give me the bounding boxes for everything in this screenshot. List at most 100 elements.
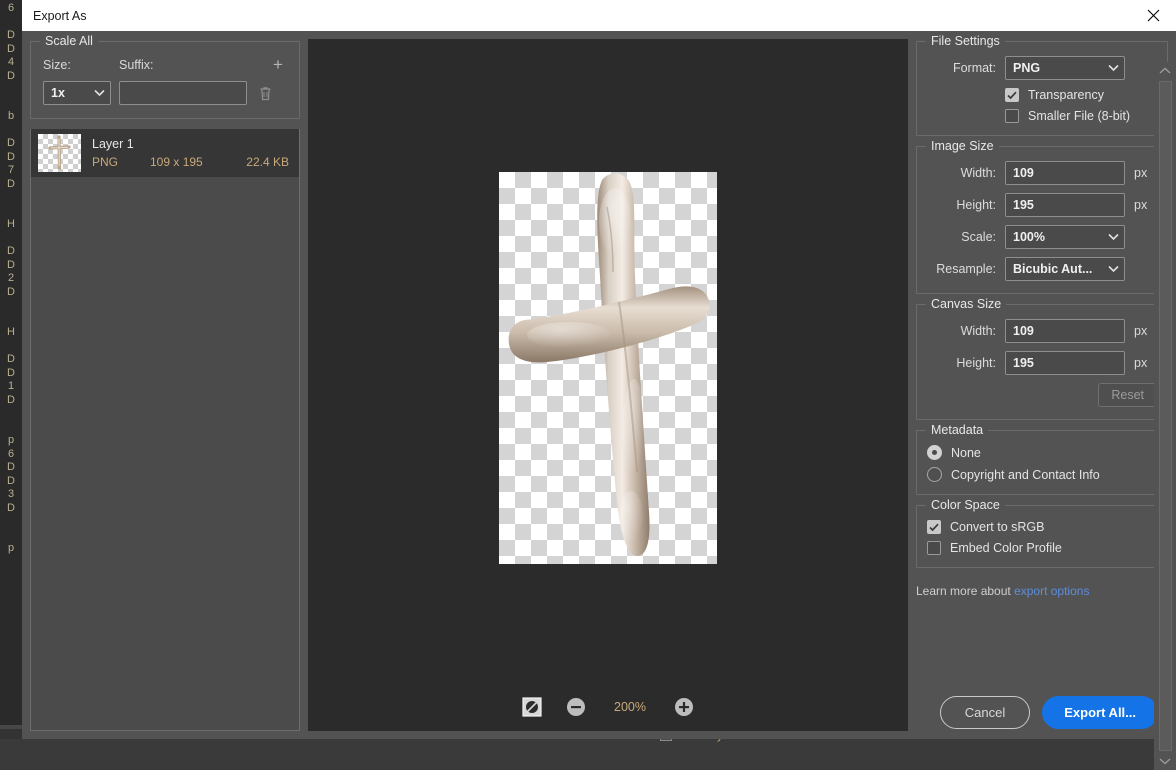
settings-scrollbar[interactable] xyxy=(1154,62,1176,770)
canvas-height-row: Height: px xyxy=(927,351,1157,375)
background-edge-char: D xyxy=(7,245,15,259)
close-icon[interactable] xyxy=(1130,0,1176,31)
zoom-controls: 200% xyxy=(308,697,908,717)
convert-srgb-checkbox[interactable] xyxy=(927,520,941,534)
background-edge-char: D xyxy=(7,151,15,165)
background-edge-char: 1 xyxy=(8,380,14,394)
scroll-down-icon[interactable] xyxy=(1159,752,1171,770)
cancel-button[interactable]: Cancel xyxy=(940,696,1030,729)
smaller-file-label: Smaller File (8-bit) xyxy=(1028,109,1130,123)
background-edge-char: b xyxy=(8,110,14,124)
plus-circle-icon[interactable] xyxy=(674,697,694,717)
embed-profile-row: Embed Color Profile xyxy=(927,541,1157,555)
metadata-none-row: None xyxy=(927,445,1157,460)
background-edge-char: p xyxy=(8,434,14,448)
file-settings-legend: File Settings xyxy=(926,34,1005,48)
canvas-height-input[interactable] xyxy=(1005,351,1125,375)
scale-all-group: Scale All Size: Suffix: + 1x xyxy=(30,41,300,119)
reset-button[interactable]: Reset xyxy=(1098,383,1157,407)
resample-select-value: Bicubic Aut... xyxy=(1013,262,1092,276)
size-select[interactable]: 1x xyxy=(43,81,111,105)
background-edge-char: H xyxy=(7,326,15,340)
background-edge-char: D xyxy=(7,475,15,489)
format-label: Format: xyxy=(927,61,1005,75)
background-edge-char: D xyxy=(7,137,15,151)
transparency-checkbox[interactable] xyxy=(1005,88,1019,102)
format-row: Format: PNG xyxy=(927,56,1157,80)
format-select[interactable]: PNG xyxy=(1005,56,1125,80)
scroll-up-icon[interactable] xyxy=(1159,62,1171,80)
scale-select[interactable]: 100% xyxy=(1005,225,1125,249)
canvas-width-row: Width: px xyxy=(927,319,1157,343)
background-edge-char: D xyxy=(7,178,15,192)
background-edge-char: p xyxy=(8,542,14,556)
plus-icon[interactable]: + xyxy=(269,58,287,72)
metadata-copyright-radio[interactable] xyxy=(927,467,942,482)
canvas-width-input[interactable] xyxy=(1005,319,1125,343)
scrollbar-thumb[interactable] xyxy=(1159,81,1172,751)
canvas-size-legend: Canvas Size xyxy=(926,297,1006,311)
scale-all-legend: Scale All xyxy=(40,34,98,48)
dialog-body: Scale All Size: Suffix: + 1x xyxy=(22,31,1176,739)
image-height-row: Height: px xyxy=(927,193,1157,217)
convert-srgb-row: Convert to sRGB xyxy=(927,520,1157,534)
layer-thumbnail xyxy=(38,134,81,172)
background-edge-char: D xyxy=(7,394,15,408)
export-all-button[interactable]: Export All... xyxy=(1042,696,1158,729)
background-edge-char: 6 xyxy=(8,2,14,16)
scale-all-labels-row: Size: Suffix: + xyxy=(43,58,287,72)
layer-meta: Layer 1 PNG 109 x 195 22.4 KB xyxy=(92,137,289,169)
image-width-input[interactable] xyxy=(1005,161,1125,185)
image-width-label: Width: xyxy=(927,166,1005,180)
smaller-file-checkbox[interactable] xyxy=(1005,109,1019,123)
resample-select[interactable]: Bicubic Aut... xyxy=(1005,257,1125,281)
minus-circle-icon[interactable] xyxy=(566,697,586,717)
background-edge-char: 7 xyxy=(8,164,14,178)
layer-format: PNG xyxy=(92,155,150,169)
canvas-height-label: Height: xyxy=(927,356,1005,370)
preview-pane[interactable]: 200% xyxy=(308,39,908,731)
embed-profile-label: Embed Color Profile xyxy=(950,541,1062,555)
trash-icon[interactable] xyxy=(255,86,275,101)
list-item[interactable]: Layer 1 PNG 109 x 195 22.4 KB xyxy=(31,129,299,177)
background-edge-char: 6 xyxy=(8,448,14,462)
dialog-title: Export As xyxy=(22,9,87,23)
color-space-group: Color Space Convert to sRGB Embed Color … xyxy=(916,505,1168,568)
suffix-label: Suffix: xyxy=(119,58,269,72)
transparency-label: Transparency xyxy=(1028,88,1104,102)
metadata-none-radio[interactable] xyxy=(927,445,942,460)
learn-more-prefix: Learn more about xyxy=(916,584,1014,598)
layer-name: Layer 1 xyxy=(92,137,289,152)
image-height-input[interactable] xyxy=(1005,193,1125,217)
file-settings-group: File Settings Format: PNG xyxy=(916,41,1168,136)
transparency-toggle-icon[interactable] xyxy=(522,697,542,717)
metadata-copyright-label: Copyright and Contact Info xyxy=(951,468,1100,482)
convert-srgb-label: Convert to sRGB xyxy=(950,520,1044,534)
embed-profile-checkbox[interactable] xyxy=(927,541,941,555)
layer-filesize: 22.4 KB xyxy=(246,155,289,169)
size-select-wrapper: 1x xyxy=(43,81,111,105)
background-edge-char: D xyxy=(7,29,15,43)
transparency-row: Transparency xyxy=(927,88,1157,102)
background-edge-char: D xyxy=(7,367,15,381)
layer-list[interactable]: Layer 1 PNG 109 x 195 22.4 KB xyxy=(30,129,300,731)
background-edge-char: 2 xyxy=(8,272,14,286)
background-edge-char: D xyxy=(7,353,15,367)
suffix-input[interactable] xyxy=(119,81,247,105)
background-edge-char: D xyxy=(7,70,15,84)
background-edge-char: D xyxy=(7,259,15,273)
background-edge-char: D xyxy=(7,461,15,475)
left-panel: Scale All Size: Suffix: + 1x xyxy=(22,31,308,739)
metadata-legend: Metadata xyxy=(926,423,988,437)
export-options-link[interactable]: export options xyxy=(1014,584,1089,598)
canvas-width-unit: px xyxy=(1125,324,1147,338)
metadata-copyright-row: Copyright and Contact Info xyxy=(927,467,1157,482)
format-select-wrapper: PNG xyxy=(1005,56,1125,80)
dialog-footer: Cancel Export All... xyxy=(940,696,1158,729)
background-edge-char: D xyxy=(7,502,15,516)
reset-row: Reset xyxy=(927,383,1157,407)
image-size-group: Image Size Width: px Height: px Scale: 1… xyxy=(916,146,1168,294)
background-edge-char: 3 xyxy=(8,488,14,502)
learn-more-text: Learn more about export options xyxy=(916,584,1168,598)
metadata-none-label: None xyxy=(951,446,981,460)
